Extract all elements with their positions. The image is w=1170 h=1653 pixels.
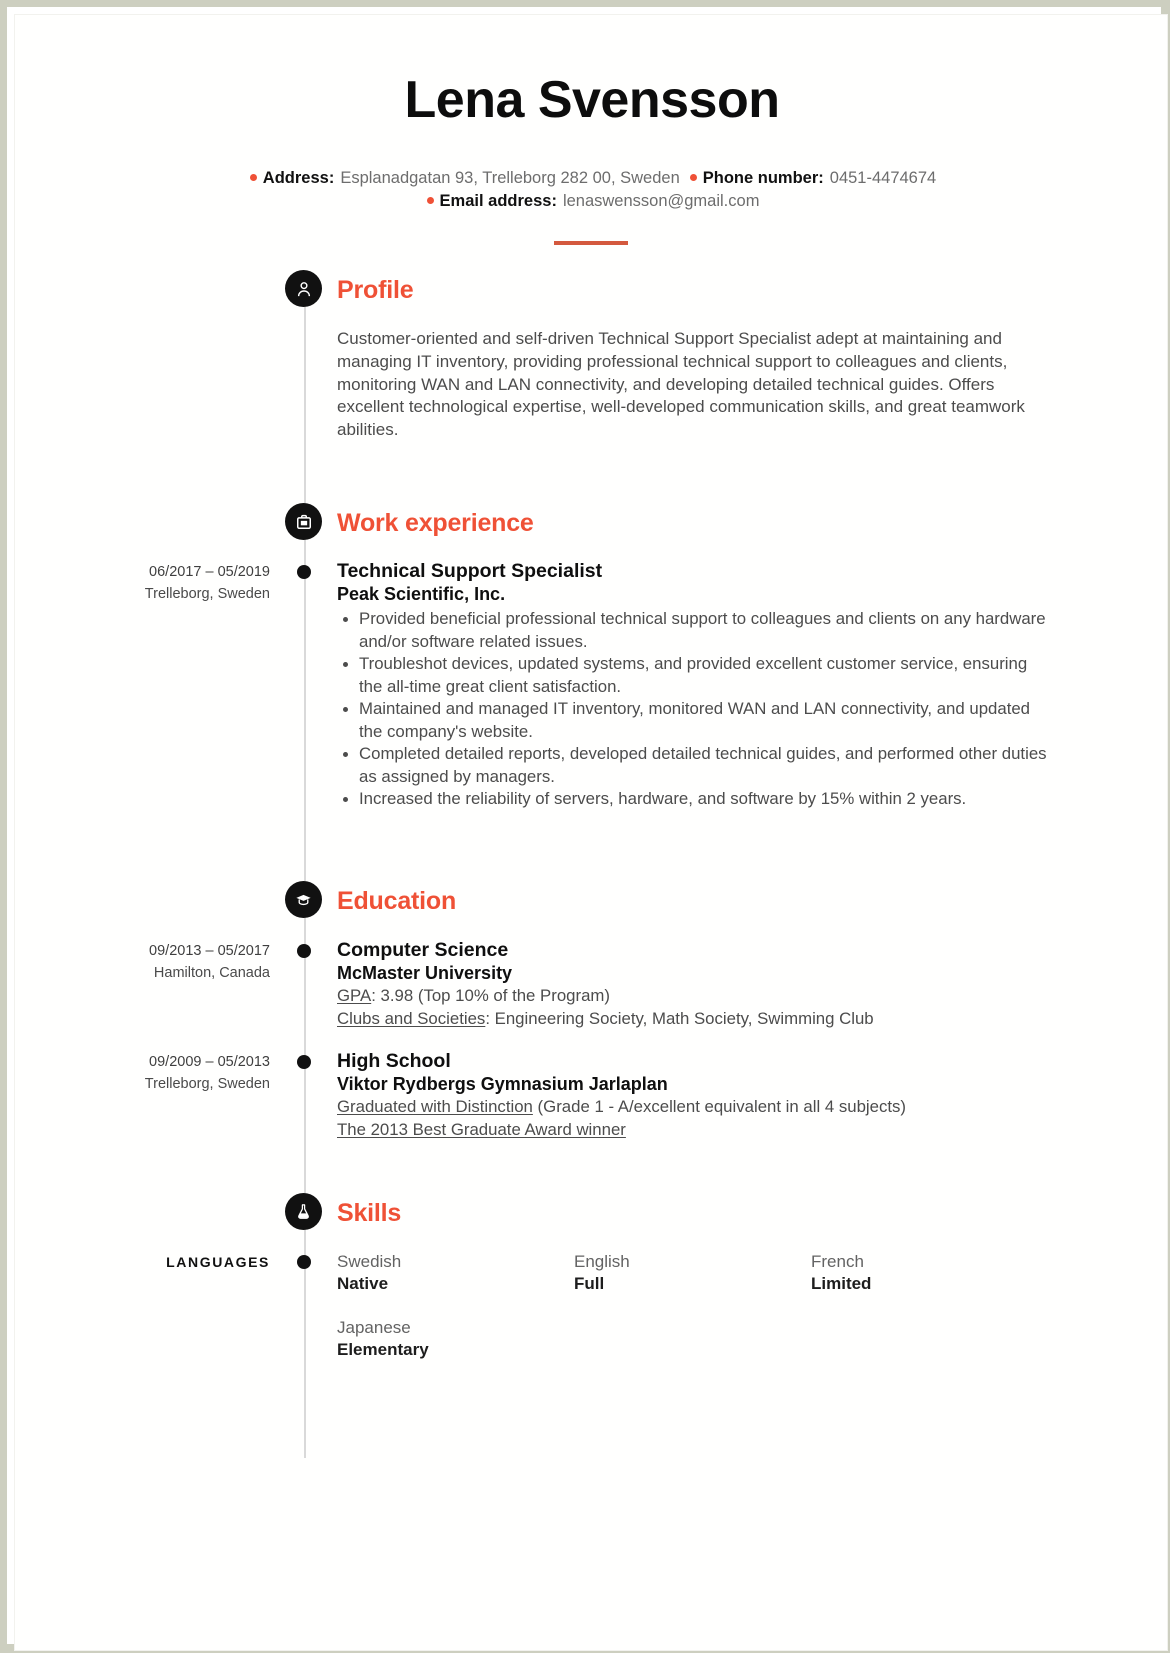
list-item: Provided beneficial professional technic… [343, 608, 1047, 653]
language-name: Japanese [337, 1318, 411, 1337]
header-divider [554, 241, 628, 245]
section-title-skills: Skills [337, 1199, 402, 1227]
bullet-dot-icon [426, 197, 434, 204]
education-entry-meta: 09/2009 – 05/2013 Trelleborg, Sweden [15, 1051, 270, 1095]
education-detail-value: (Grade 1 - A/excellent equivalent in all… [532, 1097, 907, 1116]
work-entry-meta: 06/2017 – 05/2019 Trelleborg, Sweden [15, 561, 270, 605]
education-detail-value: : Engineering Society, Math Society, Swi… [485, 1008, 874, 1028]
education-detail: Clubs and Societies: Engineering Society… [337, 1008, 1047, 1031]
resume-page-frame: Lena Svensson Address: Esplanadgatan 93, … [0, 0, 1170, 1653]
work-bullets: Provided beneficial professional technic… [337, 608, 1047, 811]
timeline-node [297, 1255, 311, 1269]
education-dates: 09/2009 – 05/2013 [149, 1054, 270, 1070]
address-label: Address: [262, 169, 335, 187]
briefcase-icon [285, 503, 322, 540]
education-detail-label: GPA [337, 986, 372, 1005]
education-detail-value: : 3.98 (Top 10% of the Program) [371, 986, 610, 1005]
education-entry: Computer Science McMaster University GPA… [337, 938, 1047, 1030]
education-detail: GPA: 3.98 (Top 10% of the Program) [337, 985, 1047, 1008]
candidate-name: Lena Svensson [404, 71, 780, 129]
bullet-dot-icon [249, 174, 257, 181]
education-degree: High School [337, 1050, 451, 1072]
section-title-education: Education [337, 887, 457, 915]
timeline-spine [304, 285, 306, 1458]
list-item: Maintained and managed IT inventory, mon… [343, 698, 1047, 743]
work-company: Peak Scientific, Inc. [337, 584, 506, 604]
phone-value: 0451-4474674 [829, 169, 937, 187]
email-label: Email address: [439, 192, 557, 210]
language-name: Swedish [337, 1252, 402, 1271]
language-name: English [574, 1252, 630, 1271]
skills-row: Swedish Native English Full French Limit… [337, 1251, 1067, 1295]
resume-page: Lena Svensson Address: Esplanadgatan 93, … [14, 14, 1168, 1651]
education-school: McMaster University [337, 963, 513, 983]
education-degree: Computer Science [337, 939, 509, 961]
language-item: Swedish Native [337, 1251, 574, 1295]
education-detail-label: Graduated with Distinction [337, 1097, 533, 1116]
timeline-node [297, 944, 311, 958]
language-item: French Limited [811, 1251, 1048, 1295]
work-role: Technical Support Specialist [337, 560, 603, 582]
language-level: Full [574, 1274, 605, 1293]
work-location: Trelleborg, Sweden [144, 586, 270, 602]
list-item: Troubleshot devices, updated systems, an… [343, 653, 1047, 698]
contact-line-2: Email address: lenaswensson@gmail.com [15, 190, 1169, 213]
education-location: Trelleborg, Sweden [144, 1076, 270, 1092]
email-value: lenaswensson@gmail.com [562, 192, 760, 210]
education-detail-label: The 2013 Best Graduate Award winner [337, 1119, 626, 1139]
language-level: Native [337, 1274, 389, 1293]
language-level: Elementary [337, 1340, 429, 1359]
person-icon [285, 270, 322, 307]
list-item: Completed detailed reports, developed de… [343, 743, 1047, 788]
timeline-node [297, 565, 311, 579]
education-location: Hamilton, Canada [153, 965, 270, 981]
language-item: English Full [574, 1251, 811, 1295]
address-value: Esplanadgatan 93, Trelleborg 282 00, Swe… [340, 169, 680, 187]
skills-row: Japanese Elementary [337, 1317, 1067, 1361]
bullet-dot-icon [689, 174, 697, 181]
graduation-cap-icon [285, 881, 322, 918]
education-school: Viktor Rydbergs Gymnasium Jarlaplan [337, 1074, 668, 1094]
timeline-node [297, 1055, 311, 1069]
education-detail: Graduated with Distinction (Grade 1 - A/… [337, 1096, 1047, 1119]
education-detail: The 2013 Best Graduate Award winner [337, 1119, 1047, 1142]
language-item: Japanese Elementary [337, 1317, 574, 1361]
language-level: Limited [811, 1274, 872, 1293]
contact-line-1: Address: Esplanadgatan 93, Trelleborg 282… [15, 167, 1169, 190]
section-title-profile: Profile [337, 276, 414, 304]
skills-category-label: LANGUAGES [166, 1254, 270, 1270]
language-name: French [811, 1252, 864, 1271]
education-entry-meta: 09/2013 – 05/2017 Hamilton, Canada [15, 940, 270, 984]
work-entry: Technical Support Specialist Peak Scient… [337, 559, 1047, 811]
phone-label: Phone number: [702, 169, 824, 187]
flask-icon [285, 1193, 322, 1230]
list-item: Increased the reliability of servers, ha… [343, 788, 1047, 811]
education-entry: High School Viktor Rydbergs Gymnasium Ja… [337, 1049, 1047, 1141]
contact-info: Address: Esplanadgatan 93, Trelleborg 282… [15, 167, 1169, 213]
work-dates: 06/2017 – 05/2019 [149, 564, 270, 580]
education-dates: 09/2013 – 05/2017 [149, 943, 270, 959]
section-title-work: Work experience [337, 509, 534, 537]
education-detail-label: Clubs and Societies [337, 1008, 486, 1028]
skills-languages-grid: Swedish Native English Full French Limit… [337, 1251, 1067, 1361]
profile-summary: Customer-oriented and self-driven Techni… [337, 329, 1025, 440]
